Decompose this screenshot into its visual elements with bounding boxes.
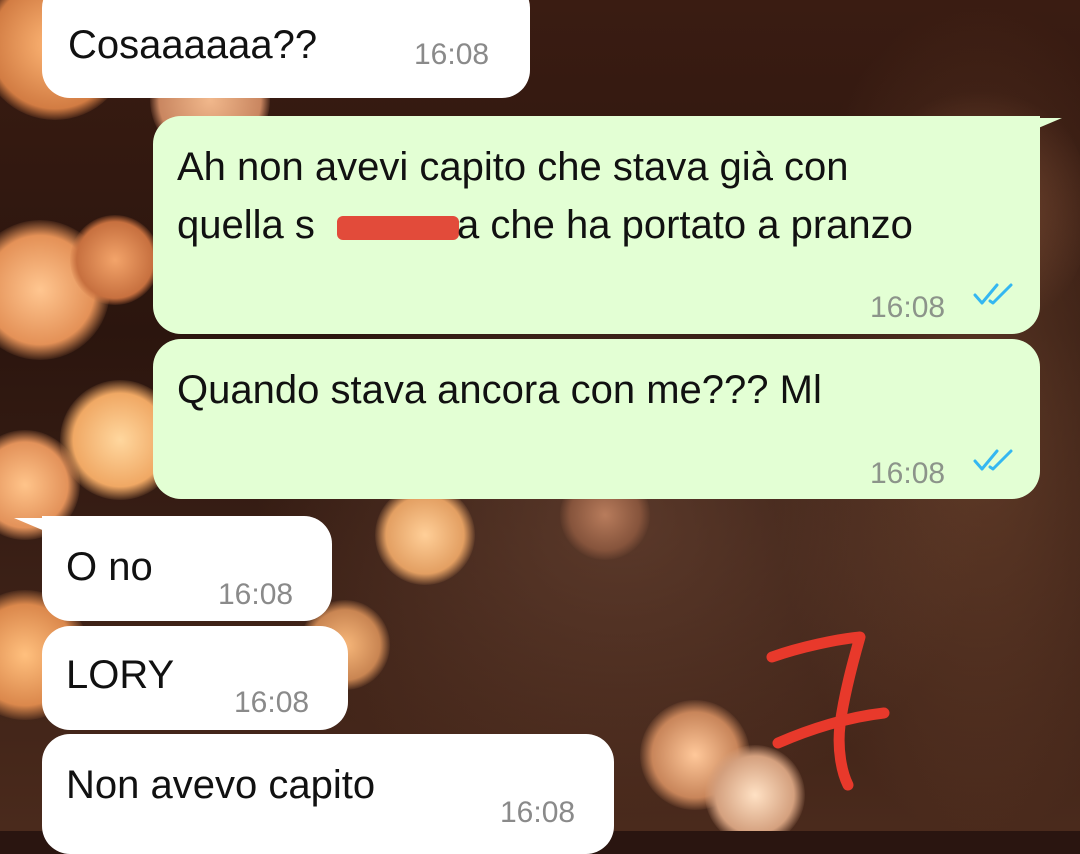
outgoing-message[interactable]: Ah non avevi capito che stava già con qu… bbox=[153, 116, 1040, 334]
incoming-message[interactable]: O no 16:08 bbox=[42, 516, 332, 621]
message-time: 16:08 bbox=[234, 686, 310, 719]
incoming-message[interactable]: Non avevo capito 16:08 bbox=[42, 734, 614, 854]
chat-messages: Cosaaaaaa?? 16:08 Ah non avevi capito ch… bbox=[0, 0, 1080, 854]
incoming-message[interactable]: LORY 16:08 bbox=[42, 626, 348, 730]
double-check-icon bbox=[973, 283, 1013, 305]
message-text: LORY bbox=[66, 653, 175, 697]
message-text-line: Ah non avevi capito che stava già con bbox=[177, 145, 849, 189]
redaction-mark bbox=[337, 216, 459, 240]
message-time: 16:08 bbox=[218, 578, 294, 611]
message-time: 16:08 bbox=[500, 796, 576, 829]
message-text: Quando stava ancora con me??? Ml bbox=[177, 368, 822, 412]
message-text: O no bbox=[66, 545, 153, 589]
hand-drawn-seven-annotation bbox=[766, 631, 890, 791]
message-text: Cosaaaaaa?? bbox=[68, 23, 318, 67]
incoming-message[interactable]: Cosaaaaaa?? 16:08 bbox=[42, 0, 530, 98]
message-text: Non avevo capito bbox=[66, 763, 376, 807]
message-text-line: a che ha portato a pranzo bbox=[457, 203, 913, 247]
message-text-line: quella s bbox=[177, 203, 315, 247]
message-time: 16:08 bbox=[870, 457, 946, 490]
double-check-icon bbox=[973, 449, 1013, 471]
message-time: 16:08 bbox=[414, 38, 490, 71]
outgoing-message[interactable]: Quando stava ancora con me??? Ml 16:08 bbox=[153, 339, 1040, 499]
message-time: 16:08 bbox=[870, 291, 946, 324]
